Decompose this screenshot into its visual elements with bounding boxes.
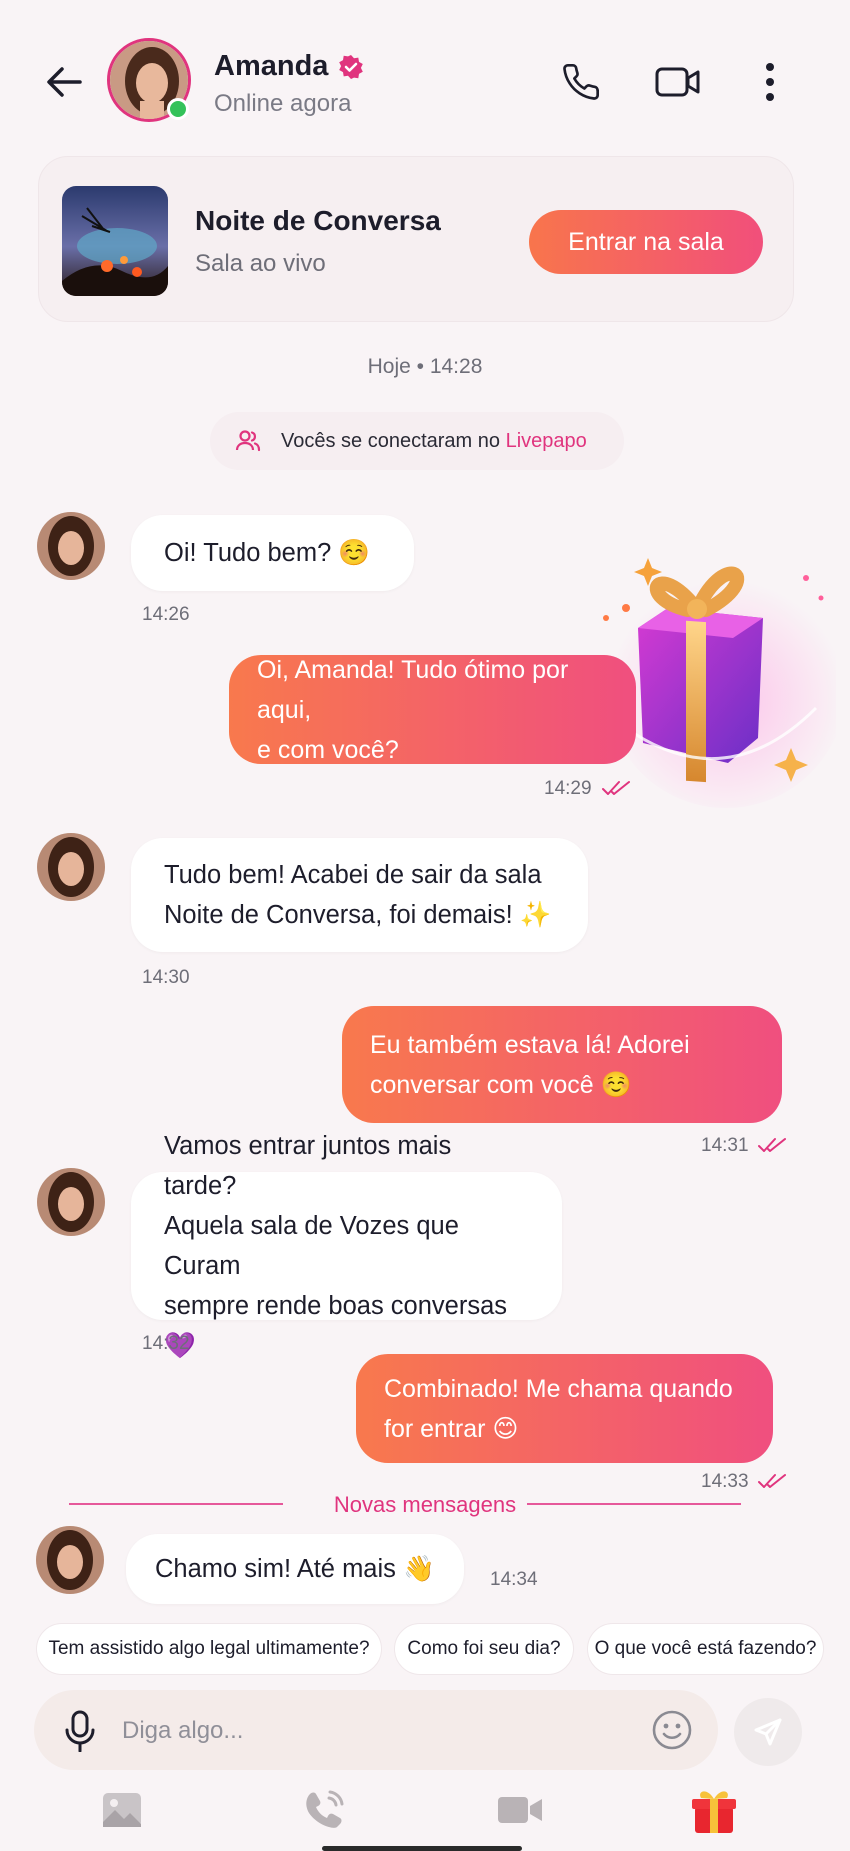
- message-line: Aquela sala de Vozes que Curam: [164, 1212, 459, 1280]
- send-button[interactable]: [734, 1698, 802, 1766]
- suggestion-chip[interactable]: Tem assistido algo legal ultimamente?: [36, 1623, 382, 1675]
- message-text: Oi! Tudo bem? ☺️: [164, 539, 371, 567]
- video-bottom-button[interactable]: [492, 1782, 548, 1838]
- connection-notice: Vocês se conectaram no Livepapo: [210, 412, 624, 470]
- room-title: Noite de Conversa: [195, 205, 441, 236]
- voice-call-button[interactable]: [553, 54, 609, 110]
- join-room-button[interactable]: Entrar na sala: [529, 210, 763, 274]
- message-incoming[interactable]: Chamo sim! Até mais 👋: [126, 1534, 464, 1604]
- message-time: 14:33: [701, 1471, 749, 1492]
- online-indicator: [167, 98, 189, 120]
- gallery-button[interactable]: [94, 1782, 150, 1838]
- message-time: 14:29: [544, 778, 592, 799]
- back-arrow-icon: [47, 67, 82, 97]
- message-time: 14:32: [142, 1333, 190, 1354]
- more-options-button[interactable]: [742, 54, 798, 110]
- read-receipt-icon: [602, 779, 630, 802]
- room-thumbnail: [62, 186, 168, 296]
- verified-badge-icon: [338, 54, 364, 80]
- video-icon: [498, 1797, 542, 1823]
- room-subtitle: Sala ao vivo: [195, 250, 326, 277]
- smiley-icon: [652, 1710, 692, 1750]
- video-call-button[interactable]: [648, 54, 708, 110]
- voice-call-bottom-button[interactable]: [296, 1782, 352, 1838]
- gallery-icon: [103, 1793, 141, 1827]
- message-incoming[interactable]: Tudo bem! Acabei de sair da sala Noite d…: [131, 838, 588, 952]
- message-line: Oi, Amanda! Tudo ótimo por aqui,: [257, 655, 569, 724]
- back-button[interactable]: [34, 56, 94, 108]
- emoji-button[interactable]: [648, 1706, 696, 1754]
- users-icon: [235, 428, 261, 454]
- video-camera-icon: [655, 67, 700, 97]
- message-line: conversar com você ☺️: [370, 1070, 632, 1099]
- sender-avatar[interactable]: [37, 512, 105, 580]
- contact-name: Amanda: [214, 50, 329, 82]
- message-outgoing[interactable]: Combinado! Me chama quando for entrar 😊: [356, 1354, 773, 1463]
- message-time: 14:31: [701, 1135, 749, 1156]
- message-time: 14:34: [490, 1569, 538, 1590]
- voice-message-button[interactable]: [52, 1706, 108, 1756]
- message-line: Noite de Conversa, foi demais! ✨: [164, 901, 552, 929]
- message-outgoing[interactable]: Eu também estava lá! Adorei conversar co…: [342, 1006, 782, 1123]
- message-line: e com você?: [257, 735, 399, 764]
- sender-avatar[interactable]: [37, 833, 105, 901]
- gift-icon: [692, 1791, 736, 1833]
- send-icon: [754, 1718, 782, 1746]
- microphone-icon: [65, 1710, 95, 1752]
- message-incoming[interactable]: Oi! Tudo bem? ☺️: [131, 515, 414, 591]
- message-line: for entrar 😊: [384, 1414, 519, 1443]
- message-time: 14:30: [142, 967, 190, 988]
- voice-call-icon: [306, 1790, 344, 1828]
- suggestion-chip[interactable]: Como foi seu dia?: [394, 1623, 574, 1675]
- connection-text: Vocês se conectaram no: [281, 429, 506, 452]
- sender-avatar[interactable]: [37, 1168, 105, 1236]
- date-separator: Hoje • 14:28: [367, 355, 483, 378]
- message-input[interactable]: [120, 1700, 644, 1762]
- read-receipt-icon: [758, 1136, 786, 1159]
- more-vertical-icon: [766, 63, 774, 101]
- message-outgoing[interactable]: Oi, Amanda! Tudo ótimo por aqui, e com v…: [229, 655, 636, 764]
- gift-button[interactable]: [686, 1782, 742, 1838]
- message-line: Tudo bem! Acabei de sair da sala: [164, 861, 542, 889]
- suggestion-chip[interactable]: O que você está fazendo?: [587, 1623, 824, 1675]
- new-messages-label: Novas mensagens: [333, 1492, 517, 1517]
- phone-icon: [563, 63, 600, 100]
- message-text: Chamo sim! Até mais 👋: [155, 1555, 435, 1583]
- message-incoming[interactable]: Vamos entrar juntos mais tarde? Aquela s…: [131, 1132, 562, 1360]
- contact-status: Online agora: [214, 90, 352, 117]
- message-line: Eu também estava lá! Adorei: [370, 1030, 690, 1059]
- message-time: 14:26: [142, 604, 190, 625]
- brand-name: Livepapo: [505, 429, 587, 452]
- home-indicator: [322, 1846, 522, 1851]
- sender-avatar[interactable]: [36, 1526, 104, 1594]
- message-line: Combinado! Me chama quando: [384, 1374, 733, 1403]
- message-line: Vamos entrar juntos mais tarde?: [164, 1132, 452, 1200]
